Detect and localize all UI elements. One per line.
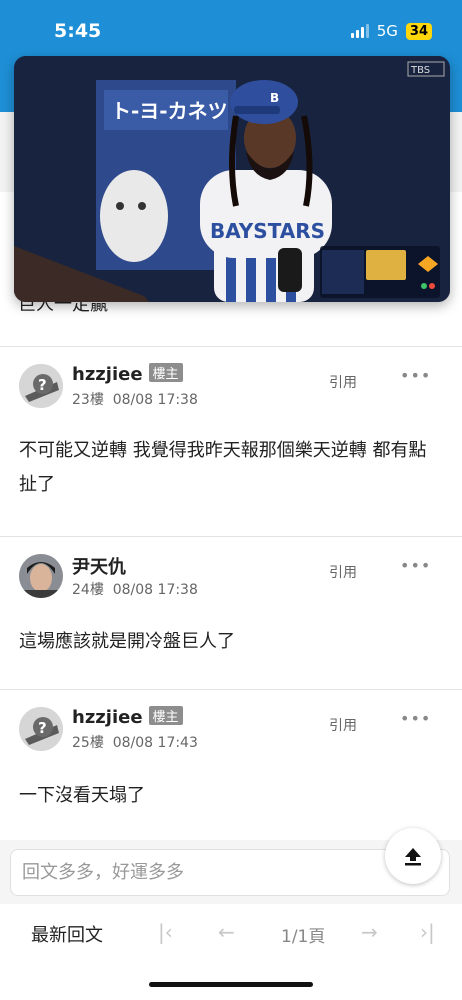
- prev-page-icon[interactable]: ←: [218, 920, 235, 944]
- more-options-icon[interactable]: •••: [400, 556, 431, 575]
- post-25: ? hzzjiee 樓主 25樓 08/08 17:43 引用 ••• 一下沒看天…: [0, 689, 462, 840]
- post-content: 一下沒看天塌了: [19, 785, 145, 806]
- quote-button[interactable]: 引用: [329, 562, 357, 582]
- owner-badge: 樓主: [148, 706, 183, 725]
- svg-text:?: ?: [38, 719, 47, 737]
- post-meta: 24樓 08/08 17:38: [72, 582, 198, 598]
- first-page-icon[interactable]: |‹: [158, 920, 173, 944]
- upload-arrow-icon: [405, 848, 421, 866]
- video-player[interactable]: ト-ヨ-カネツ BAYSTARS B TBS: [14, 56, 450, 302]
- username[interactable]: 尹天仇: [72, 553, 126, 579]
- svg-text:B: B: [270, 91, 279, 105]
- video-frame: ト-ヨ-カネツ BAYSTARS B TBS: [14, 56, 450, 302]
- scroll-top-button[interactable]: [385, 828, 441, 884]
- status-indicators: 5G 34: [350, 22, 432, 40]
- avatar-placeholder[interactable]: ?: [19, 364, 63, 408]
- next-page-icon[interactable]: →: [361, 920, 378, 944]
- more-options-icon[interactable]: •••: [400, 366, 431, 385]
- channel-logo: TBS: [410, 65, 430, 76]
- post-24: 尹天仇 24樓 08/08 17:38 引用 ••• 這場應該就是開冷盤巨人了: [0, 536, 462, 689]
- default-avatar-icon: ?: [19, 707, 63, 751]
- post-meta: 23樓 08/08 17:38: [72, 392, 198, 408]
- more-options-icon[interactable]: •••: [400, 709, 431, 728]
- avatar-placeholder[interactable]: ?: [19, 707, 63, 751]
- home-indicator: [149, 982, 313, 987]
- user-photo-icon: [19, 554, 63, 598]
- status-time: 5:45: [54, 20, 102, 42]
- avatar-photo[interactable]: [19, 554, 63, 598]
- username[interactable]: hzzjiee 樓主: [72, 706, 183, 728]
- network-label: 5G: [376, 22, 398, 40]
- reply-input[interactable]: 回文多多，好運多多: [10, 849, 450, 896]
- post-content: 這場應該就是開冷盤巨人了: [19, 631, 235, 652]
- post-23: ? hzzjiee 樓主 23樓 08/08 17:38 引用 ••• 不可能又逆…: [0, 346, 462, 536]
- svg-text:BAYSTARS: BAYSTARS: [210, 219, 325, 243]
- battery-icon: 34: [405, 22, 432, 40]
- quote-button[interactable]: 引用: [329, 715, 357, 735]
- post-content: 不可能又逆轉 我覺得我昨天報那個樂天逆轉 都有點扯了: [19, 440, 427, 495]
- default-avatar-icon: ?: [19, 364, 63, 408]
- latest-replies-button[interactable]: 最新回文: [31, 921, 103, 947]
- svg-text:ト-ヨ-カネツ: ト-ヨ-カネツ: [111, 99, 228, 123]
- last-page-icon[interactable]: ›|: [420, 920, 435, 944]
- post-meta: 25樓 08/08 17:43: [72, 735, 198, 751]
- page-indicator[interactable]: 1/1頁: [281, 922, 325, 947]
- username[interactable]: hzzjiee 樓主: [72, 363, 183, 385]
- svg-text:?: ?: [38, 376, 47, 394]
- quote-button[interactable]: 引用: [329, 372, 357, 392]
- signal-icon: [350, 24, 369, 38]
- owner-badge: 樓主: [148, 363, 183, 382]
